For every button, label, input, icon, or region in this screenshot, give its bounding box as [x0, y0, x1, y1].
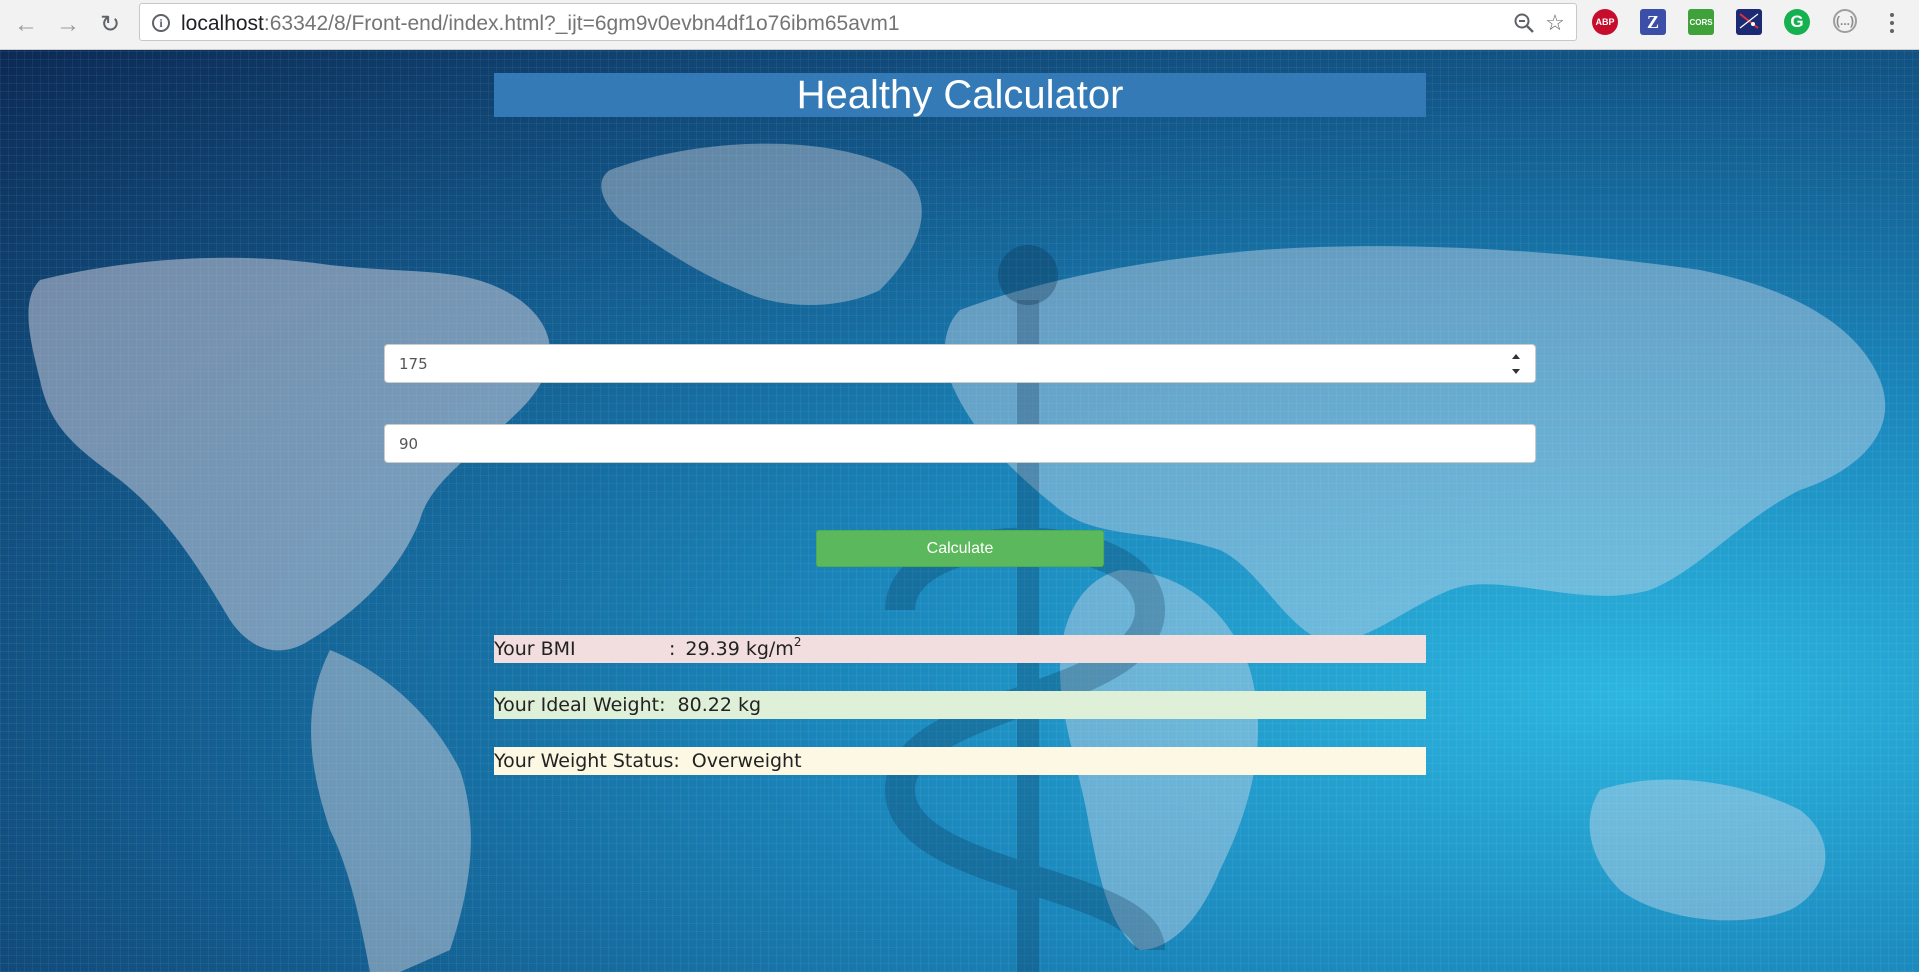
page-body: Healthy Calculator 175 90 Calculate Your… — [0, 50, 1919, 972]
bmi-unit-exponent: 2 — [793, 635, 802, 649]
bmi-value: 29.39 kg/m — [685, 638, 794, 660]
weight-status-label: Your Weight Status: — [494, 750, 680, 772]
forward-arrow-icon[interactable]: → — [52, 9, 84, 41]
info-icon[interactable]: i — [152, 14, 170, 32]
spinner-up-icon[interactable] — [1512, 354, 1520, 359]
height-value: 175 — [399, 354, 428, 373]
number-spinner-icon[interactable] — [1511, 354, 1521, 374]
reload-icon[interactable]: ↻ — [94, 9, 126, 41]
bmi-label: Your BMI — [494, 638, 576, 660]
browser-toolbar: ← → ↻ i localhost:63342/8/Front-end/inde… — [0, 0, 1919, 50]
z-extension-icon[interactable]: Z — [1640, 9, 1666, 35]
weight-status-value: Overweight — [691, 750, 802, 772]
url-host: localhost — [181, 12, 264, 35]
bmi-separator: : — [669, 638, 676, 660]
address-bar[interactable]: i localhost:63342/8/Front-end/index.html… — [139, 3, 1577, 41]
ideal-weight-value: 80.22 kg — [677, 694, 762, 716]
url-text[interactable]: localhost:63342/8/Front-end/index.html?_… — [181, 12, 900, 36]
ideal-weight-result: Your Ideal Weight: 80.22 kg — [494, 691, 1426, 719]
star-icon[interactable]: ☆ — [1542, 10, 1568, 36]
weight-input[interactable]: 90 — [384, 424, 1536, 463]
zoom-icon[interactable] — [1511, 10, 1537, 36]
ideal-weight-label: Your Ideal Weight: — [494, 694, 666, 716]
flag-extension-icon[interactable] — [1736, 9, 1762, 35]
page-title: Healthy Calculator — [494, 73, 1426, 117]
world-map-background-image — [28, 143, 1886, 972]
url-path: :63342/8/Front-end/index.html?_ijt=6gm9v… — [263, 12, 900, 35]
height-input[interactable]: 175 — [384, 344, 1536, 383]
grammarly-extension-icon[interactable]: G — [1784, 9, 1810, 35]
weight-value: 90 — [399, 434, 419, 453]
adblock-extension-icon[interactable]: ABP — [1592, 9, 1618, 35]
bmi-result: Your BMI : 29.39 kg/m 2 — [494, 635, 1426, 663]
menu-icon[interactable] — [1880, 8, 1904, 38]
calculate-button[interactable]: Calculate — [816, 530, 1104, 567]
misc-extension-icon[interactable]: (...) — [1833, 9, 1857, 33]
cors-extension-icon[interactable]: CORS — [1688, 9, 1714, 35]
weight-status-result: Your Weight Status: Overweight — [494, 747, 1426, 775]
spinner-down-icon[interactable] — [1512, 369, 1520, 374]
back-arrow-icon[interactable]: ← — [10, 9, 42, 41]
